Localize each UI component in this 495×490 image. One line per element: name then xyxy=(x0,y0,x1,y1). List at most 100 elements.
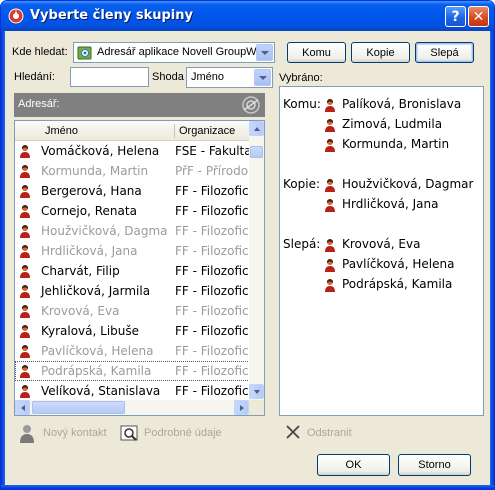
horizontal-scroll-thumb[interactable] xyxy=(32,401,125,414)
row-org: FF - Filozofic xyxy=(175,324,249,338)
vertical-scroll-thumb[interactable] xyxy=(250,146,263,158)
person-icon xyxy=(20,185,30,198)
table-row[interactable]: Vomáčková, Helena FSE - Fakulta xyxy=(15,141,250,161)
row-org: PřF - Přírodo xyxy=(175,164,249,178)
scroll-down-button[interactable] xyxy=(249,384,264,399)
person-icon xyxy=(20,345,30,358)
row-name: Kyralová, Libuše xyxy=(41,324,140,338)
row-org: FF - Filozofic xyxy=(175,184,249,198)
person-icon xyxy=(20,245,30,258)
chevron-down-icon[interactable] xyxy=(256,44,273,61)
remove-label: Odstranit xyxy=(307,427,352,439)
person-icon xyxy=(20,225,30,238)
table-row[interactable]: Charvát, Filip FF - Filozofic xyxy=(15,261,250,281)
help-button[interactable]: ? xyxy=(445,6,466,27)
details-action[interactable]: Podrobné údaje xyxy=(120,423,230,445)
recipient-name: Houžvičková, Dagmar xyxy=(342,177,474,191)
search-label: Hledání: xyxy=(14,71,55,83)
chevron-down-icon[interactable] xyxy=(254,69,271,86)
row-name: Pavlíčková, Helena xyxy=(41,344,154,358)
addressbook-header: Adresář: xyxy=(14,93,265,117)
scroll-up-button[interactable] xyxy=(249,121,264,136)
column-header-name[interactable]: Jméno xyxy=(45,121,78,140)
list-header: Jméno Organizace xyxy=(15,121,250,141)
window-frame-right xyxy=(490,31,494,489)
kopie-button[interactable]: Kopie xyxy=(351,42,410,63)
table-row[interactable]: Kormunda, Martin PřF - Přírodo xyxy=(15,161,250,181)
row-name: Krovová, Eva xyxy=(41,304,120,318)
person-icon xyxy=(20,385,30,398)
row-org: FF - Filozofic xyxy=(175,384,249,398)
person-icon xyxy=(20,305,30,318)
scroll-right-button[interactable] xyxy=(234,400,249,415)
row-name: Jehličková, Jarmila xyxy=(41,284,151,298)
recipient-name: Krovová, Eva xyxy=(342,237,421,251)
match-value: Jméno xyxy=(191,71,225,83)
list-vertical-scrollbar[interactable] xyxy=(249,121,264,400)
address-list[interactable]: Jméno Organizace Vomáčková, Helena FSE - … xyxy=(14,120,265,416)
table-row[interactable]: Hrdličková, Jana FF - Filozofic xyxy=(15,241,250,261)
match-combobox[interactable]: Jméno xyxy=(186,67,273,88)
search-input[interactable] xyxy=(70,67,149,87)
row-org: FF - Filozofic xyxy=(175,364,249,378)
person-icon xyxy=(20,285,30,298)
row-org: FF - Filozofic xyxy=(175,264,249,278)
row-name: Podrápská, Kamila xyxy=(41,364,152,378)
row-name: Velíková, Stanislava xyxy=(41,384,161,398)
window-frame-left xyxy=(1,31,5,489)
table-row[interactable]: Jehličková, Jarmila FF - Filozofic xyxy=(15,281,250,301)
lookin-combobox[interactable]: Adresář aplikace Novell GroupWi xyxy=(73,42,275,63)
ok-button[interactable]: OK xyxy=(317,454,390,476)
table-row[interactable]: Pavlíčková, Helena FF - Filozofic xyxy=(15,341,250,361)
person-icon xyxy=(325,139,335,152)
selected-recipients-box[interactable]: Komu: Palíková, Bronislava Zimová, Ludmi… xyxy=(279,86,484,416)
kopie-category-label: Kopie: xyxy=(283,177,320,191)
person-icon xyxy=(325,239,335,252)
remove-action[interactable]: Odstranit xyxy=(284,423,364,445)
table-row[interactable]: Podrápská, Kamila FF - Filozofic xyxy=(15,361,250,381)
row-name: Charvát, Filip xyxy=(41,264,120,278)
row-org: FF - Filozofic xyxy=(175,244,249,258)
recipient-name: Palíková, Bronislava xyxy=(342,97,462,111)
table-row[interactable]: Kyralová, Libuše FF - Filozofic xyxy=(15,321,250,341)
addressbook-icon xyxy=(242,96,260,114)
window-frame-bottom xyxy=(1,485,494,489)
recipient-name: Kormunda, Martin xyxy=(342,137,450,151)
person-icon xyxy=(325,259,335,272)
new-contact-action[interactable]: Nový kontakt xyxy=(18,423,118,445)
recipient-name: Hrdličková, Jana xyxy=(342,197,439,211)
cancel-button[interactable]: Storno xyxy=(398,454,471,476)
lookin-label: Kde hledat: xyxy=(12,46,68,58)
slepa-button[interactable]: Slepá xyxy=(415,42,474,63)
close-button[interactable]: ✕ xyxy=(468,6,489,27)
row-name: Kormunda, Martin xyxy=(41,164,149,178)
komu-button[interactable]: Komu xyxy=(287,42,346,63)
scroll-left-button[interactable] xyxy=(15,400,30,415)
row-name: Cornejo, Renata xyxy=(41,204,137,218)
dialog-window: Vyberte členy skupiny ? ✕ Kde hledat: Ad… xyxy=(0,0,495,490)
details-icon xyxy=(120,425,138,441)
table-row[interactable]: Velíková, Stanislava FF - Filozofic xyxy=(15,381,250,401)
person-icon xyxy=(325,179,335,192)
scrollbar-corner xyxy=(249,400,264,415)
recipient-name: Pavlíčková, Helena xyxy=(342,257,455,271)
title-bar[interactable]: Vyberte členy skupiny ? ✕ xyxy=(1,1,494,31)
column-separator xyxy=(174,124,175,138)
window-title: Vyberte členy skupiny xyxy=(30,8,193,23)
column-header-org[interactable]: Organizace xyxy=(179,121,235,140)
person-icon xyxy=(325,279,335,292)
remove-icon xyxy=(286,425,300,439)
list-horizontal-scrollbar[interactable] xyxy=(15,400,250,415)
table-row[interactable]: Houžvičková, Dagma FF - Filozofic xyxy=(15,221,250,241)
row-name: Bergerová, Hana xyxy=(41,184,142,198)
lookin-value: Adresář aplikace Novell GroupWi xyxy=(97,46,260,58)
row-org: FSE - Fakulta xyxy=(175,144,250,158)
details-label: Podrobné údaje xyxy=(144,427,222,439)
table-row[interactable]: Bergerová, Hana FF - Filozofic xyxy=(15,181,250,201)
person-icon xyxy=(20,325,30,338)
recipient-name: Podrápská, Kamila xyxy=(342,277,453,291)
table-row[interactable]: Cornejo, Renata FF - Filozofic xyxy=(15,201,250,221)
table-row[interactable]: Krovová, Eva FF - Filozofic xyxy=(15,301,250,321)
match-label: Shoda xyxy=(152,71,184,83)
slepa-category-label: Slepá: xyxy=(283,237,321,251)
